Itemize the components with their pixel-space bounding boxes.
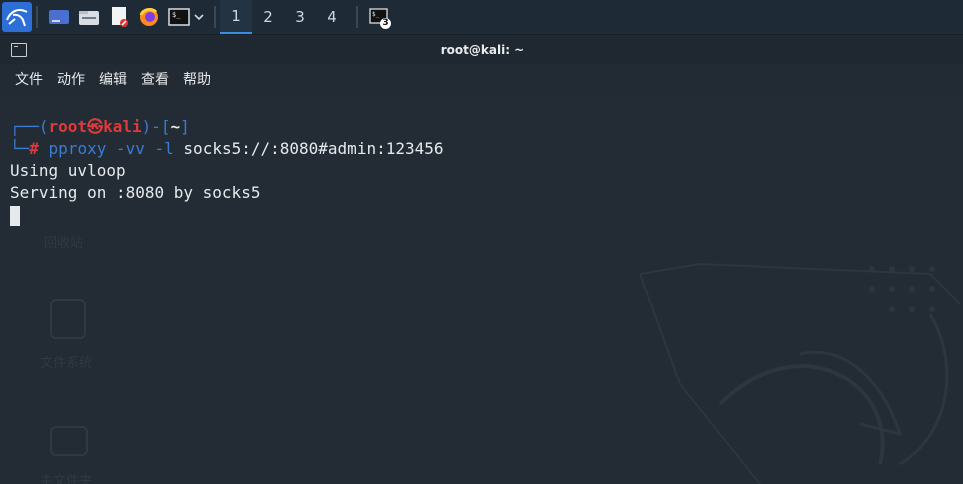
panel-separator bbox=[356, 6, 358, 28]
desktop-ghost-label: 回收站 bbox=[44, 236, 84, 251]
terminal-area[interactable]: 回收站 文件系统 主文件夹 ┌──(root㉿kali)-[~] └─# ppr… bbox=[0, 94, 963, 484]
window-titlebar[interactable]: root@kali: ~ bbox=[0, 36, 963, 64]
prompt-line-1: ┌──(root㉿kali)-[~] bbox=[10, 117, 190, 136]
menu-view[interactable]: 查看 bbox=[141, 69, 169, 89]
workspace-1[interactable]: 1 bbox=[220, 0, 252, 34]
home-folder-icon bbox=[50, 426, 88, 456]
workspace-2[interactable]: 2 bbox=[252, 0, 284, 34]
output-line: Using uvloop bbox=[10, 161, 126, 180]
firefox-icon[interactable] bbox=[136, 4, 162, 30]
desktop-ghost-label: 主文件夹 bbox=[40, 474, 93, 484]
top-panel: $_ 1 2 3 4 $_ 3 bbox=[0, 0, 963, 35]
panel-separator bbox=[214, 6, 216, 28]
menu-bar: 文件 动作 编辑 查看 帮助 bbox=[0, 64, 963, 94]
workspace-3[interactable]: 3 bbox=[284, 0, 316, 34]
text-editor-icon[interactable] bbox=[106, 4, 132, 30]
output-line: Serving on :8080 by socks5 bbox=[10, 183, 261, 202]
menu-help[interactable]: 帮助 bbox=[183, 69, 211, 89]
terminal-launcher-icon[interactable]: $_ bbox=[166, 4, 192, 30]
terminal-cursor bbox=[10, 206, 20, 226]
window-count-badge: 3 bbox=[380, 18, 391, 29]
file-manager-icon[interactable] bbox=[76, 4, 102, 30]
panel-separator bbox=[36, 6, 38, 28]
menu-actions[interactable]: 动作 bbox=[57, 69, 85, 89]
chevron-down-icon[interactable] bbox=[192, 4, 206, 30]
show-desktop-icon[interactable] bbox=[46, 4, 72, 30]
kali-menu-icon[interactable] bbox=[2, 2, 32, 32]
drive-icon bbox=[50, 299, 86, 339]
menu-file[interactable]: 文件 bbox=[15, 69, 43, 89]
svg-text:$_: $_ bbox=[372, 11, 380, 18]
prompt-line-2: └─# pproxy -vv -l socks5://:8080#admin:1… bbox=[10, 139, 444, 158]
svg-text:$_: $_ bbox=[172, 11, 181, 19]
desktop-ghost-label: 文件系统 bbox=[40, 356, 93, 371]
menu-edit[interactable]: 编辑 bbox=[99, 69, 127, 89]
kali-dragon-watermark bbox=[639, 262, 961, 484]
terminal-window-button[interactable]: $_ 3 bbox=[366, 4, 392, 30]
window-title: root@kali: ~ bbox=[440, 43, 525, 57]
workspace-4[interactable]: 4 bbox=[316, 0, 348, 34]
